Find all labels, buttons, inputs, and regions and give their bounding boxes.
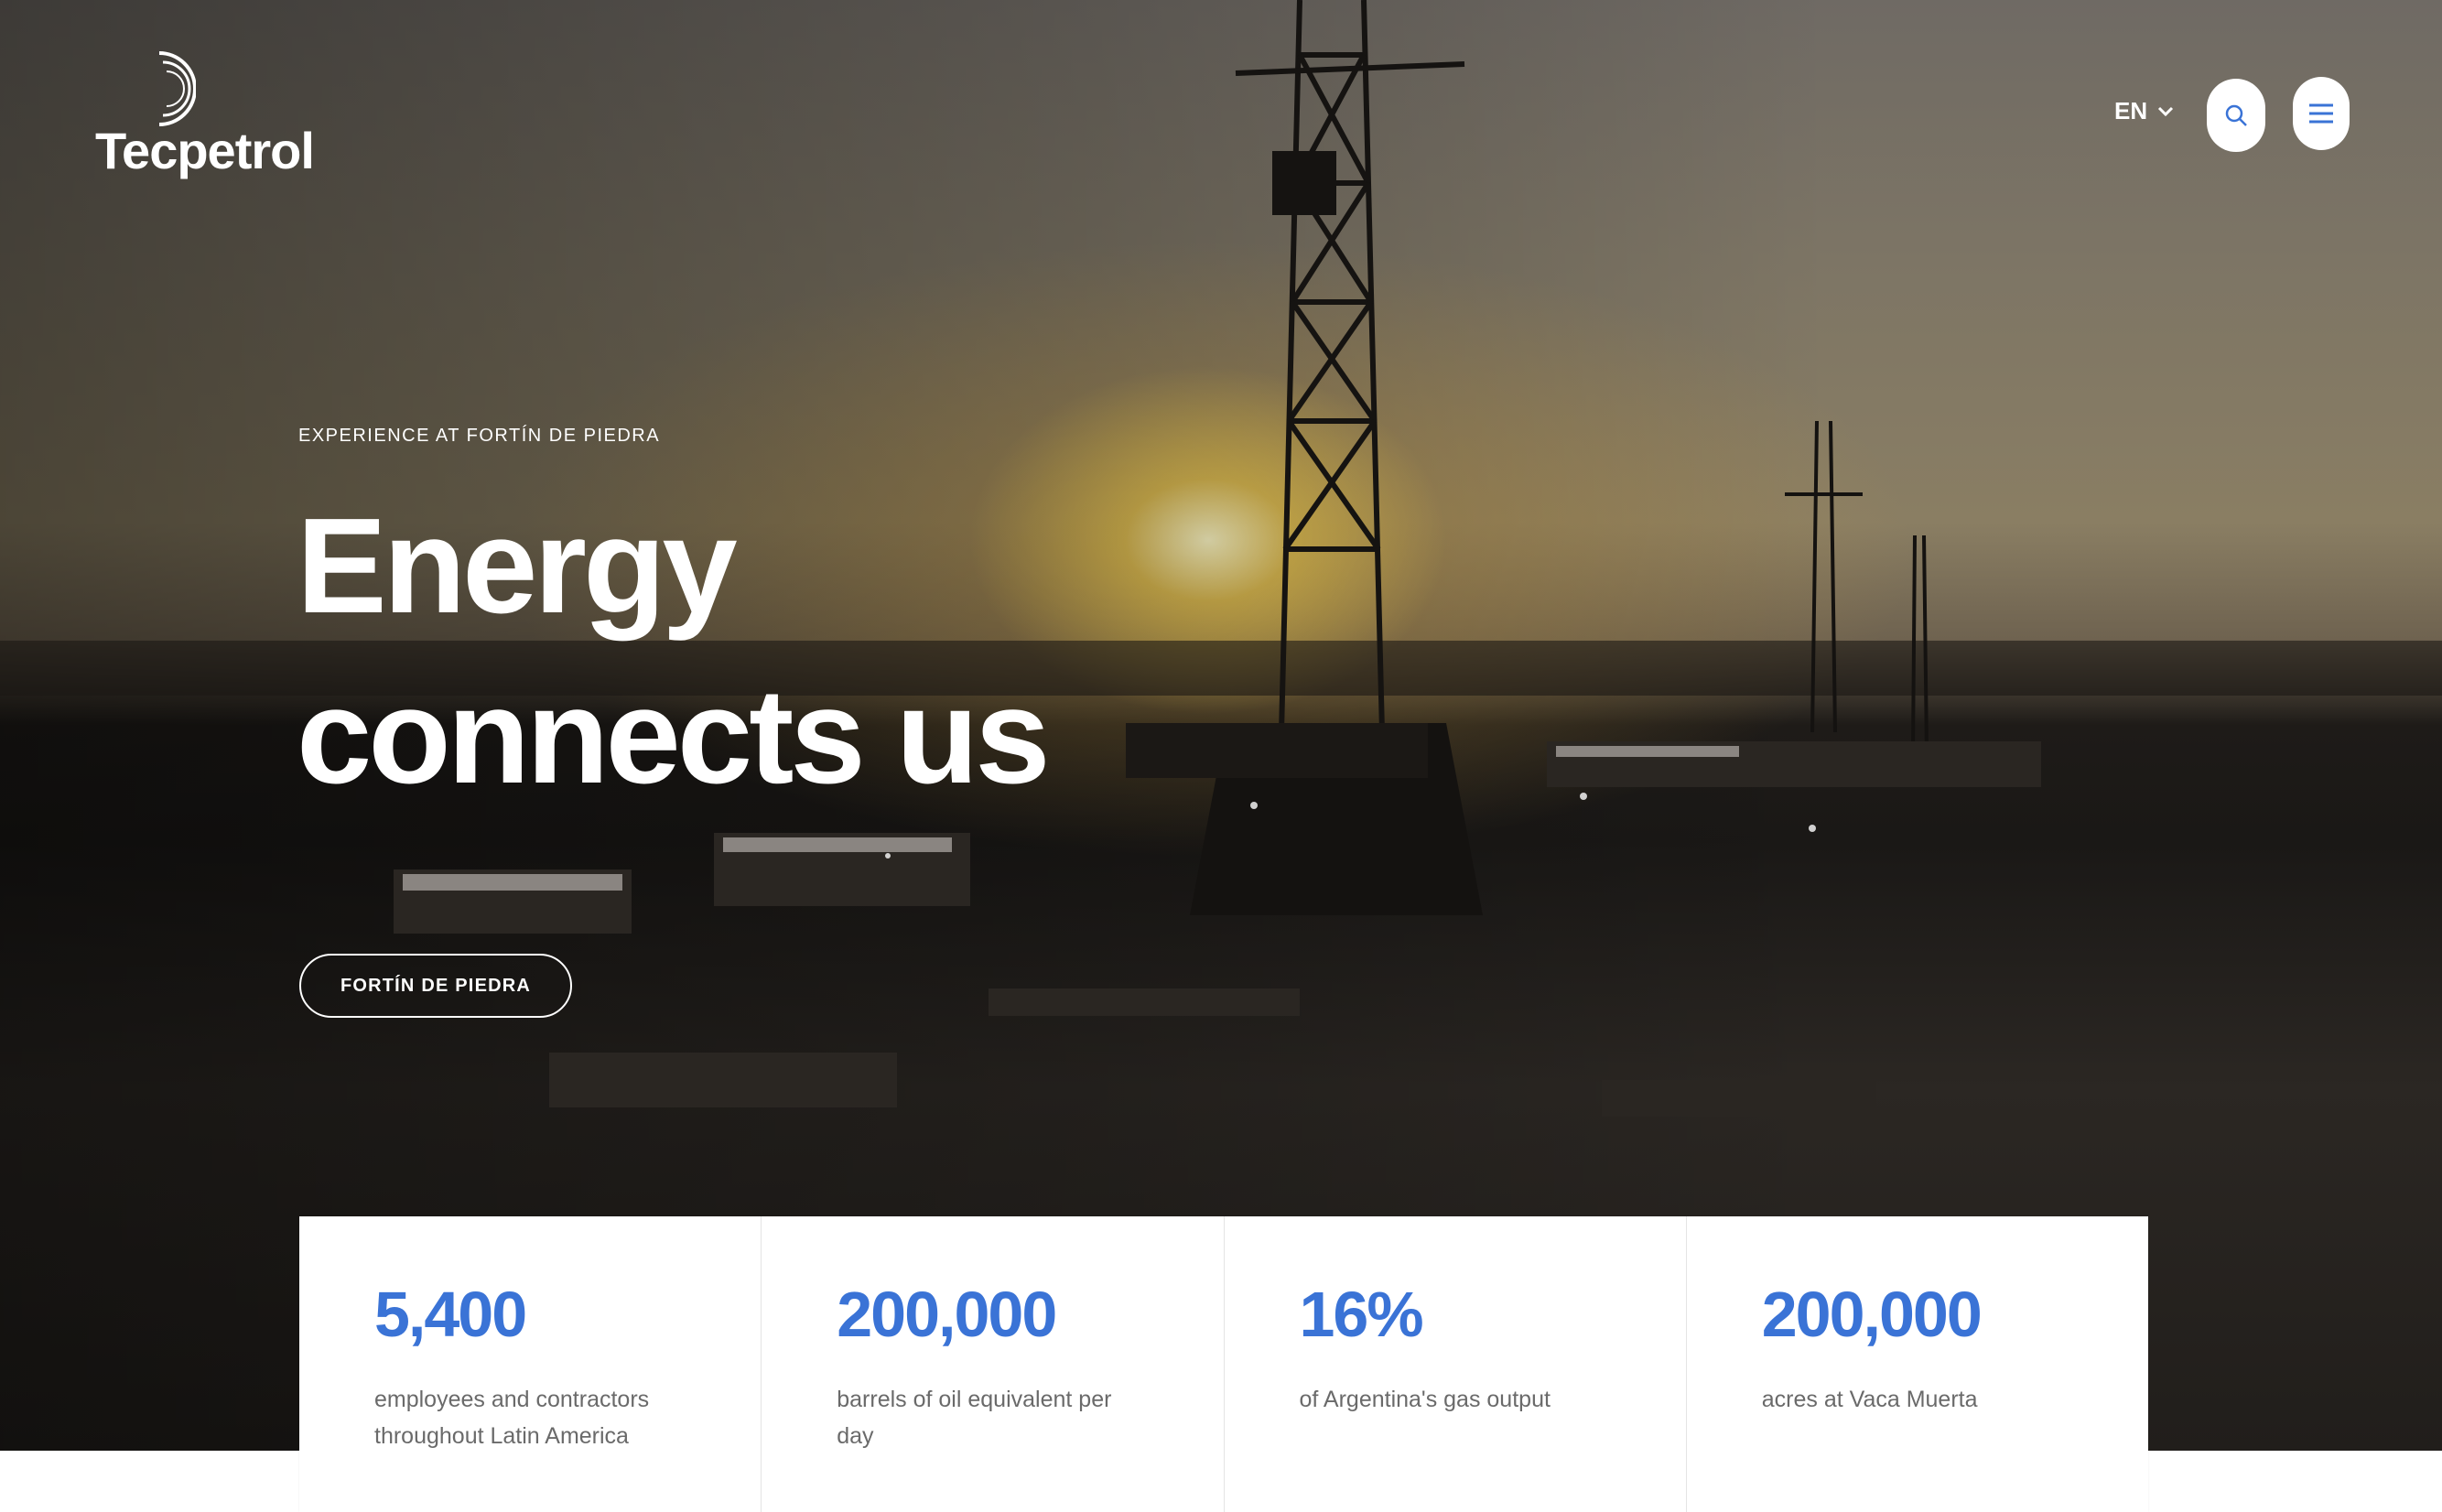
stat-label: employees and contractors throughout Lat… <box>374 1387 650 1449</box>
stats-panel: 5,400 employees and contractors througho… <box>299 1216 2148 1512</box>
chevron-down-icon <box>2158 106 2174 116</box>
stat-value: 200,000 <box>1761 1279 1983 1350</box>
language-label: EN <box>2114 97 2148 124</box>
search-button[interactable] <box>2207 79 2265 152</box>
tecpetrol-logo-text: Tecpetrol <box>95 122 315 179</box>
hero-headline-line-2: connects us <box>297 661 1051 812</box>
hamburger-menu-icon <box>2309 103 2333 124</box>
hero-headline-line-1: Energy <box>297 491 738 642</box>
stat-gas-output: 16% of Argentina's gas output <box>1225 1216 1687 1512</box>
tecpetrol-logo[interactable]: Tecpetrol <box>95 49 315 187</box>
stat-label: barrels of oil equivalent per day <box>837 1387 1112 1449</box>
stat-label: of Argentina's gas output <box>1299 1387 1551 1412</box>
stat-acres: 200,000 acres at Vaca Muerta <box>1687 1216 2148 1512</box>
menu-button[interactable] <box>2293 77 2350 150</box>
search-icon <box>2225 104 2247 126</box>
stat-label: acres at Vaca Muerta <box>1761 1387 1978 1412</box>
tecpetrol-logo-mark <box>158 51 196 126</box>
hero-eyebrow: EXPERIENCE AT FORTÍN DE PIEDRA <box>298 426 661 446</box>
stat-employees: 5,400 employees and contractors througho… <box>299 1216 762 1512</box>
stat-value: 5,400 <box>374 1279 527 1350</box>
stat-value: 16% <box>1299 1279 1424 1350</box>
stat-value: 200,000 <box>837 1279 1057 1350</box>
language-selector[interactable]: EN <box>2114 97 2175 125</box>
fortin-de-piedra-button[interactable]: FORTÍN DE PIEDRA <box>299 954 572 1018</box>
stat-barrels: 200,000 barrels of oil equivalent per da… <box>762 1216 1225 1512</box>
hero-headline: Energy connects us <box>297 481 1051 822</box>
